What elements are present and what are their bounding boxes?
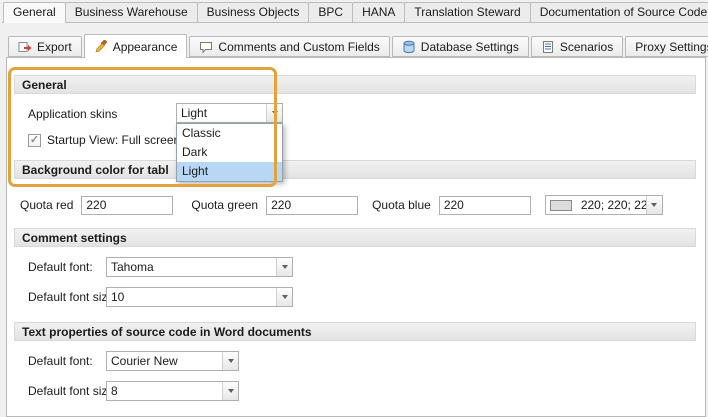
tab-proxy-settings[interactable]: Proxy Settings <box>625 36 708 57</box>
chevron-down-icon[interactable] <box>222 382 238 400</box>
skins-option-dark[interactable]: Dark <box>177 143 282 162</box>
tab-scenarios-label: Scenarios <box>560 40 613 54</box>
chevron-down-icon[interactable] <box>222 352 238 370</box>
group-header-general: General <box>14 75 696 94</box>
word-font-size-label: Default font size: <box>28 384 117 398</box>
tab-translation-steward[interactable]: Translation Steward <box>404 2 530 22</box>
group-header-word-text-properties: Text properties of source code in Word d… <box>14 322 696 341</box>
chevron-down-icon[interactable] <box>276 258 292 276</box>
tab-appearance[interactable]: Appearance <box>84 34 188 58</box>
quota-red-input[interactable] <box>81 196 173 215</box>
quota-row: Quota red Quota green Quota blue 220; 22… <box>20 195 692 215</box>
quota-blue-label: Quota blue <box>372 198 431 212</box>
skins-dropdown-list: Classic Dark Light <box>176 123 283 182</box>
export-icon <box>18 40 32 54</box>
application-skins-value: Light <box>177 106 266 120</box>
checkbox-checked-icon[interactable]: ✓ <box>28 134 41 147</box>
tab-export[interactable]: Export <box>8 36 82 57</box>
comments-icon <box>199 40 213 54</box>
comment-default-font-combobox[interactable]: Tahoma <box>106 257 293 277</box>
application-skins-label: Application skins <box>28 107 117 121</box>
tab-comments-label: Comments and Custom Fields <box>218 40 379 54</box>
word-default-font-combobox[interactable]: Courier New <box>106 351 239 371</box>
color-swatch <box>550 200 572 211</box>
startup-fullscreen-checkbox[interactable]: ✓ Startup View: Full screen <box>28 133 180 147</box>
skins-option-classic[interactable]: Classic <box>177 124 282 143</box>
chevron-down-icon[interactable] <box>646 196 662 214</box>
scenarios-icon <box>541 40 555 54</box>
primary-tab-bar: General Business Warehouse Business Obje… <box>2 2 708 23</box>
comment-font-size-value: 10 <box>107 290 276 304</box>
group-header-background-color: Background color for tabl <box>14 160 696 179</box>
quota-green-label: Quota green <box>191 198 258 212</box>
quota-blue-input[interactable] <box>439 196 531 215</box>
skins-option-light[interactable]: Light <box>177 162 282 181</box>
tab-proxy-settings-label: Proxy Settings <box>635 40 708 54</box>
application-skins-combobox[interactable]: Light <box>176 103 283 123</box>
quota-green-input[interactable] <box>266 196 358 215</box>
comment-default-font-value: Tahoma <box>107 260 276 274</box>
word-default-font-label: Default font: <box>28 354 93 368</box>
group-header-comment-settings: Comment settings <box>14 228 696 247</box>
comment-font-size-combobox[interactable]: 10 <box>106 287 293 307</box>
tab-bpc[interactable]: BPC <box>308 2 353 22</box>
settings-window: General Business Warehouse Business Obje… <box>0 0 708 417</box>
tab-documentation-of-source-code[interactable]: Documentation of Source Code <box>530 2 708 22</box>
quota-red-label: Quota red <box>20 198 73 212</box>
tab-database-settings[interactable]: Database Settings <box>392 36 529 57</box>
tab-comments-and-custom-fields[interactable]: Comments and Custom Fields <box>189 36 389 57</box>
chevron-down-icon[interactable] <box>276 288 292 306</box>
tab-hana[interactable]: HANA <box>352 2 405 22</box>
tab-business-objects[interactable]: Business Objects <box>197 2 310 22</box>
comment-font-size-label: Default font size: <box>28 290 117 304</box>
tab-appearance-label: Appearance <box>113 40 178 54</box>
word-font-size-value: 8 <box>107 384 222 398</box>
tab-database-settings-label: Database Settings <box>421 40 519 54</box>
background-color-value: 220; 220; 220 <box>577 198 646 212</box>
word-default-font-value: Courier New <box>107 354 222 368</box>
check-mark: ✓ <box>30 135 39 146</box>
tab-export-label: Export <box>37 40 72 54</box>
database-icon <box>402 40 416 54</box>
chevron-down-icon[interactable] <box>266 104 282 122</box>
background-color-combobox[interactable]: 220; 220; 220 <box>545 195 663 215</box>
appearance-icon <box>94 40 108 54</box>
tab-general[interactable]: General <box>3 2 66 23</box>
startup-fullscreen-label: Startup View: Full screen <box>47 133 180 147</box>
word-font-size-combobox[interactable]: 8 <box>106 381 239 401</box>
secondary-tab-bar: Export Appearance Comments and Custom Fi… <box>8 34 708 58</box>
tab-scenarios[interactable]: Scenarios <box>531 36 623 57</box>
appearance-tab-panel: General Application skins Light Classic … <box>6 57 706 417</box>
comment-default-font-label: Default font: <box>28 260 93 274</box>
tab-business-warehouse[interactable]: Business Warehouse <box>65 2 198 22</box>
